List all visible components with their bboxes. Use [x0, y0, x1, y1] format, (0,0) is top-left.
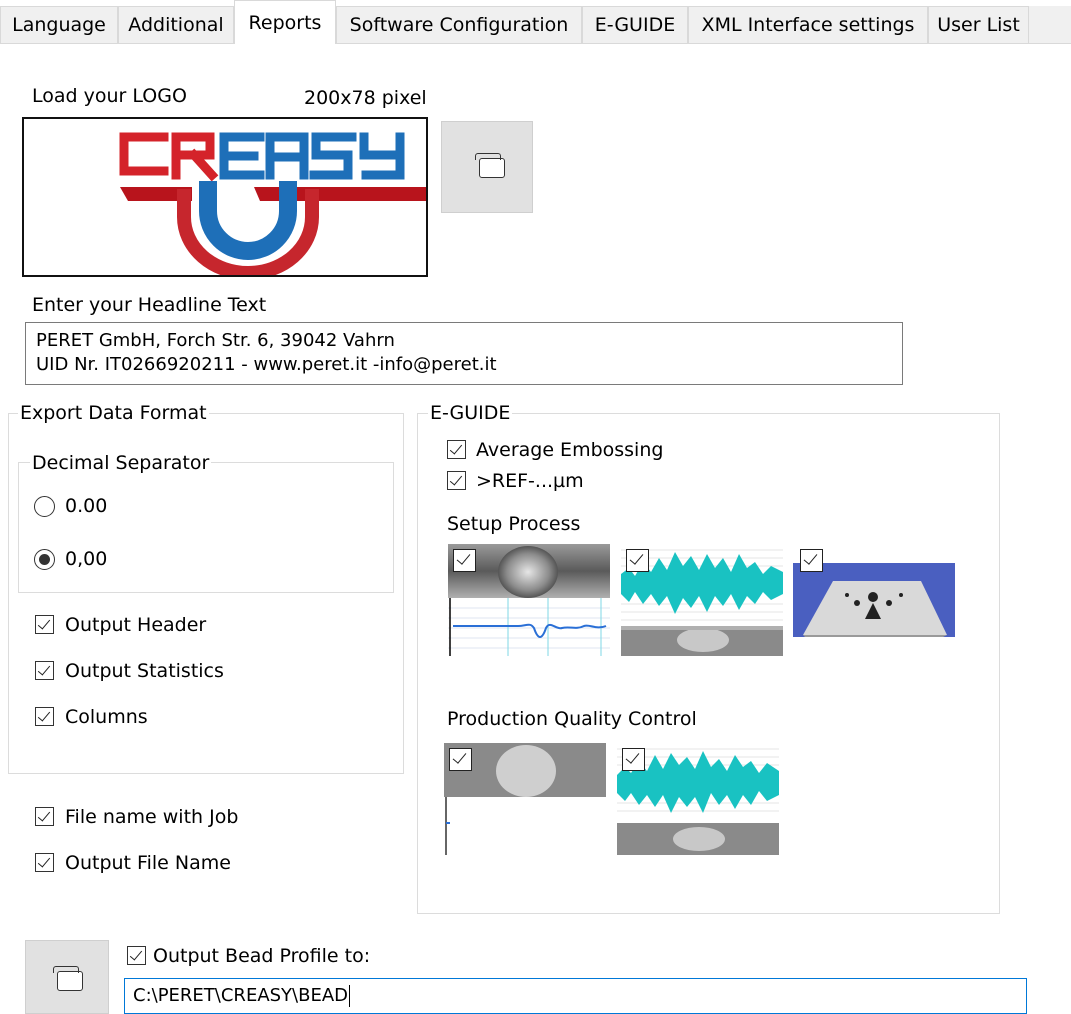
- tab-label: Reports: [248, 11, 322, 34]
- e-guide-legend: E-GUIDE: [428, 401, 513, 425]
- setup-thumbnail-bead-profile[interactable]: [448, 544, 610, 656]
- production-quality-control-label: Production Quality Control: [447, 708, 697, 730]
- creasy-logo-image: [119, 132, 428, 280]
- pqc-thumbnail-bead-profile[interactable]: [444, 743, 606, 855]
- setup-thumbnail-3d-plate[interactable]: [793, 549, 955, 637]
- radio-dot-label: 0.00: [65, 495, 108, 517]
- decimal-separator-group: [18, 462, 394, 593]
- headline-label: Enter your Headline Text: [32, 294, 267, 316]
- tab-label: XML Interface settings: [701, 14, 915, 36]
- output-file-name-checkbox[interactable]: [35, 853, 54, 872]
- tab-label: E-GUIDE: [594, 14, 676, 36]
- folder-icon: [475, 153, 505, 178]
- tab-bar-divider: [0, 43, 1071, 44]
- logo-size-hint: 200x78 pixel: [304, 87, 427, 109]
- output-bead-profile-checkbox[interactable]: [127, 946, 146, 965]
- logo-browse-button[interactable]: [441, 121, 533, 213]
- headline-textarea[interactable]: PERET GmbH, Forch Str. 6, 39042 Vahrn UI…: [25, 322, 903, 385]
- pqc-thumbnail-waveform[interactable]: [617, 743, 779, 855]
- output-bead-profile-label: Output Bead Profile to:: [153, 945, 371, 967]
- output-statistics-label: Output Statistics: [65, 660, 224, 682]
- headline-line-2: UID Nr. IT0266920211 - www.peret.it -inf…: [36, 354, 497, 375]
- tab-additional[interactable]: Additional: [118, 6, 234, 43]
- tab-label: Language: [12, 14, 106, 36]
- ref-um-label: >REF-...µm: [476, 470, 584, 492]
- tab-xml-interface-settings[interactable]: XML Interface settings: [688, 6, 928, 43]
- file-name-with-job-checkbox[interactable]: [35, 807, 54, 826]
- export-data-format-legend: Export Data Format: [18, 401, 209, 425]
- output-statistics-checkbox[interactable]: [35, 661, 54, 680]
- setup-process-label: Setup Process: [447, 513, 581, 535]
- folder-icon: [53, 966, 83, 991]
- setup-thumbnail-2-checkbox[interactable]: [626, 549, 649, 572]
- output-header-label: Output Header: [65, 614, 207, 636]
- tab-label: User List: [937, 14, 1020, 36]
- tab-e-guide[interactable]: E-GUIDE: [582, 6, 688, 43]
- headline-line-1: PERET GmbH, Forch Str. 6, 39042 Vahrn: [36, 330, 395, 351]
- bead-path-value: C:\PERET\CREASY\BEAD: [133, 985, 349, 1006]
- decimal-separator-legend: Decimal Separator: [30, 451, 212, 475]
- tab-user-list[interactable]: User List: [928, 6, 1029, 43]
- setup-thumbnail-1-checkbox[interactable]: [453, 549, 476, 572]
- tab-label: Additional: [128, 14, 224, 36]
- pqc-thumbnail-2-checkbox[interactable]: [622, 748, 645, 771]
- output-file-name-label: Output File Name: [65, 852, 231, 874]
- text-caret: [349, 985, 351, 1007]
- average-embossing-checkbox[interactable]: [447, 440, 466, 459]
- bead-path-input[interactable]: C:\PERET\CREASY\BEAD: [124, 978, 1027, 1014]
- radio-comma-separator[interactable]: [34, 549, 55, 570]
- setup-thumbnail-waveform[interactable]: [621, 544, 783, 656]
- output-header-checkbox[interactable]: [35, 615, 54, 634]
- radio-comma-label: 0,00: [65, 548, 108, 570]
- file-name-with-job-label: File name with Job: [65, 806, 239, 828]
- tab-bar: Language Additional Reports Software Con…: [0, 0, 1071, 44]
- ref-um-checkbox[interactable]: [447, 471, 466, 490]
- pqc-thumbnail-1-checkbox[interactable]: [449, 748, 472, 771]
- columns-label: Columns: [65, 706, 148, 728]
- tab-reports[interactable]: Reports: [234, 0, 336, 44]
- setup-thumbnail-3-checkbox[interactable]: [800, 549, 823, 572]
- tab-software-configuration[interactable]: Software Configuration: [336, 6, 582, 43]
- radio-dot-separator[interactable]: [34, 496, 55, 517]
- tab-label: Software Configuration: [349, 14, 569, 36]
- logo-preview[interactable]: [22, 117, 428, 280]
- tab-language[interactable]: Language: [0, 6, 118, 43]
- bead-path-browse-button[interactable]: [25, 940, 109, 1014]
- columns-checkbox[interactable]: [35, 707, 54, 726]
- tab-bar-filler: [1029, 6, 1071, 43]
- average-embossing-label: Average Embossing: [476, 439, 664, 461]
- logo-title: Load your LOGO: [32, 85, 187, 107]
